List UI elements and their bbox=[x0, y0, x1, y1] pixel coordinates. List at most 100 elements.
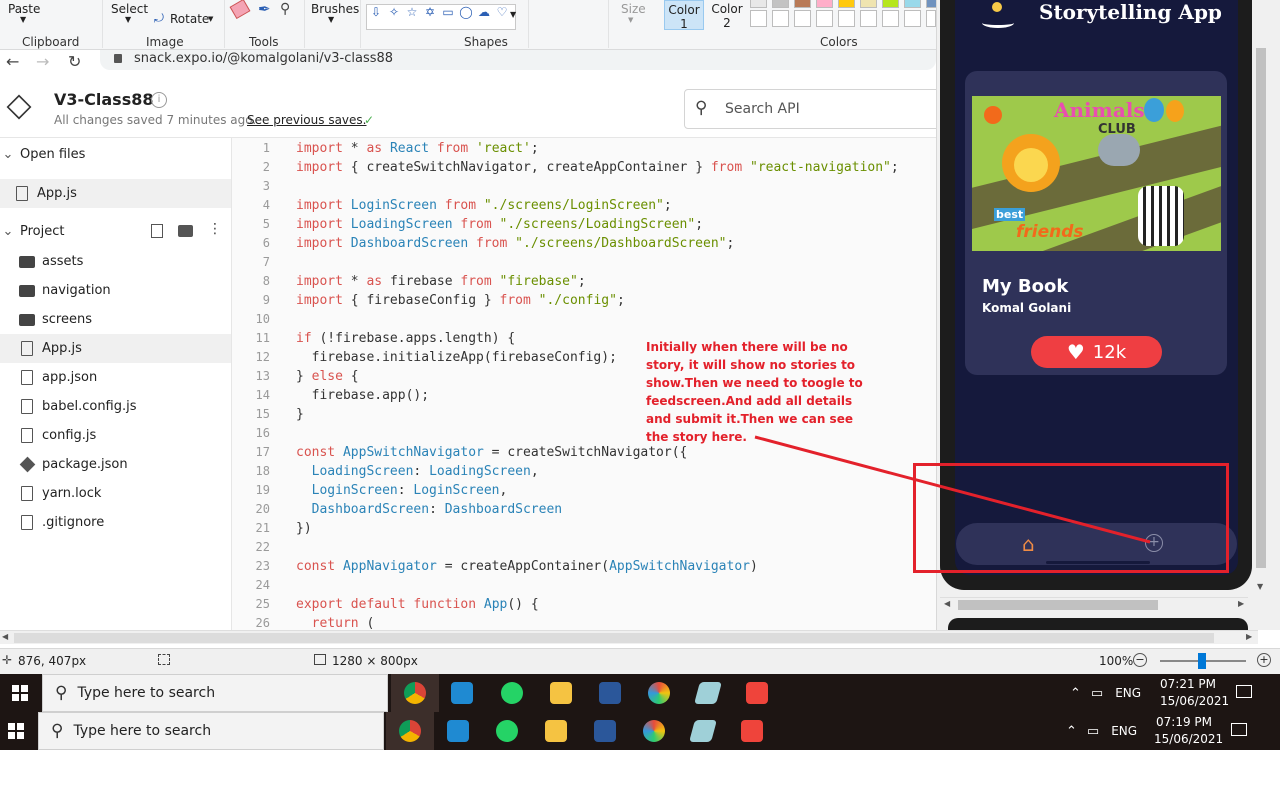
previous-saves-link[interactable]: See previous saves. bbox=[247, 113, 366, 127]
scroll-down-icon[interactable]: ▼ bbox=[1257, 582, 1263, 591]
color-swatch[interactable] bbox=[816, 10, 833, 27]
color-swatch[interactable] bbox=[882, 10, 899, 27]
like-button[interactable]: ♥ 12k bbox=[1031, 336, 1162, 368]
chevron-up-icon[interactable]: ⌃ bbox=[1070, 686, 1081, 701]
paste-button[interactable]: Paste ▼ bbox=[6, 0, 46, 30]
notes-taskbar-button[interactable] bbox=[679, 712, 727, 750]
sidebar-item-assets[interactable]: assets bbox=[0, 247, 231, 276]
whatsapp-taskbar-button[interactable] bbox=[488, 674, 536, 712]
search-api-input[interactable]: ⚲ Search API bbox=[684, 89, 944, 129]
anydesk-taskbar-button[interactable] bbox=[733, 674, 781, 712]
sidebar-item-config-js[interactable]: config.js bbox=[0, 421, 231, 450]
scroll-right-icon[interactable]: ▶ bbox=[1238, 599, 1244, 608]
color-swatch[interactable] bbox=[860, 0, 877, 8]
sidebar-item-app-json[interactable]: app.json bbox=[0, 363, 231, 392]
code-line[interactable]: const AppNavigator = createAppContainer(… bbox=[296, 559, 758, 574]
back-arrow-icon[interactable]: ← bbox=[6, 52, 19, 71]
explorer-taskbar-button[interactable] bbox=[532, 712, 580, 750]
sidebar-item-gitignore[interactable]: .gitignore bbox=[0, 508, 231, 537]
taskbar-search-box[interactable]: ⚲ Type here to search bbox=[42, 674, 388, 712]
word-taskbar-button[interactable] bbox=[586, 674, 634, 712]
chrome-taskbar-button[interactable] bbox=[391, 674, 439, 712]
color-swatch[interactable] bbox=[882, 0, 899, 8]
select-button[interactable]: Select ▼ bbox=[108, 0, 148, 30]
code-line[interactable]: export default function App() { bbox=[296, 597, 539, 612]
preview-scrollbar-horizontal[interactable]: ◀ ▶ bbox=[940, 597, 1248, 611]
shape-star6-icon[interactable]: ✡ bbox=[421, 6, 439, 18]
color-swatch[interactable] bbox=[772, 10, 789, 27]
size-button[interactable]: Size ▼ bbox=[614, 0, 650, 30]
color-swatch[interactable] bbox=[750, 10, 767, 27]
open-file-item[interactable]: App.js bbox=[0, 179, 231, 208]
shape-callout-icon[interactable]: ▭ bbox=[439, 6, 457, 18]
color-swatch[interactable] bbox=[816, 0, 833, 8]
shape-arrow-icon[interactable]: ⇩ bbox=[367, 6, 385, 18]
sidebar-item-screens[interactable]: screens bbox=[0, 305, 231, 334]
word-taskbar-button[interactable] bbox=[581, 712, 629, 750]
language-indicator[interactable]: ENG bbox=[1111, 724, 1137, 738]
shapes-scroll-down-icon[interactable]: ▼ bbox=[510, 10, 516, 19]
color2-button[interactable]: Color 2 bbox=[708, 0, 746, 30]
open-files-header[interactable]: ⌄ Open files bbox=[0, 140, 231, 169]
windows-start-icon[interactable] bbox=[8, 723, 24, 739]
code-line[interactable]: import * as firebase from "firebase"; bbox=[296, 274, 586, 289]
address-bar[interactable]: snack.expo.io/@komalgolani/v3-class88 bbox=[100, 50, 936, 70]
shapes-gallery[interactable]: ⇩ ✧ ☆ ✡ ▭ ◯ ☁ ♡ bbox=[366, 4, 516, 30]
windows-start-icon[interactable] bbox=[12, 685, 28, 701]
shape-star4-icon[interactable]: ✧ bbox=[385, 6, 403, 18]
color-swatch[interactable] bbox=[750, 0, 767, 8]
sidebar-item-package-json[interactable]: package.json bbox=[0, 450, 231, 479]
sidebar-item-navigation[interactable]: navigation bbox=[0, 276, 231, 305]
color-swatch[interactable] bbox=[904, 10, 921, 27]
scroll-left-icon[interactable]: ◀ bbox=[944, 599, 950, 608]
code-line[interactable]: import * as React from 'react'; bbox=[296, 141, 539, 156]
whatsapp-taskbar-button[interactable] bbox=[483, 712, 531, 750]
language-indicator[interactable]: ENG bbox=[1115, 686, 1141, 700]
scroll-thumb[interactable] bbox=[958, 600, 1158, 610]
color-swatch[interactable] bbox=[838, 10, 855, 27]
code-line[interactable]: firebase.initializeApp(firebaseConfig); bbox=[296, 350, 617, 365]
shape-oval-callout-icon[interactable]: ◯ bbox=[457, 6, 475, 18]
code-line[interactable]: import { createSwitchNavigator, createAp… bbox=[296, 160, 899, 175]
canvas-scrollbar-horizontal[interactable]: ◀ ▶ bbox=[0, 630, 1258, 644]
shape-star5-icon[interactable]: ☆ bbox=[403, 6, 421, 18]
color-swatch[interactable] bbox=[860, 10, 877, 27]
scroll-thumb[interactable] bbox=[1256, 48, 1266, 568]
info-icon[interactable]: i bbox=[151, 92, 167, 108]
zoom-out-icon[interactable]: − bbox=[1133, 653, 1147, 667]
notifications-icon[interactable] bbox=[1236, 685, 1252, 698]
code-line[interactable]: import DashboardScreen from "./screens/D… bbox=[296, 236, 734, 251]
shape-heart-icon[interactable]: ♡ bbox=[493, 6, 511, 18]
code-line[interactable]: const AppSwitchNavigator = createSwitchN… bbox=[296, 445, 687, 460]
magnifier-icon[interactable]: ⚲ bbox=[280, 1, 290, 17]
sidebar-item-babel-config[interactable]: babel.config.js bbox=[0, 392, 231, 421]
network-icon[interactable]: ▭ bbox=[1091, 686, 1103, 701]
new-file-icon[interactable] bbox=[151, 224, 163, 238]
rotate-button[interactable]: ⤾ Rotate ▼ bbox=[152, 10, 220, 28]
new-folder-icon[interactable] bbox=[178, 225, 193, 237]
snack-logo-icon[interactable] bbox=[6, 94, 32, 120]
code-line[interactable]: } else { bbox=[296, 369, 359, 384]
preview-scrollbar-vertical[interactable]: ▼ bbox=[1253, 0, 1269, 598]
project-header[interactable]: ⌄ Project ⋮ bbox=[0, 217, 231, 246]
sidebar-item-yarn-lock[interactable]: yarn.lock bbox=[0, 479, 231, 508]
project-title[interactable]: V3-Class88 bbox=[54, 90, 154, 109]
network-icon[interactable]: ▭ bbox=[1087, 724, 1099, 739]
code-line[interactable]: }) bbox=[296, 521, 312, 536]
color-swatch[interactable] bbox=[838, 0, 855, 8]
vscode-taskbar-button[interactable] bbox=[434, 712, 482, 750]
code-line[interactable]: import { firebaseConfig } from "./config… bbox=[296, 293, 625, 308]
code-line[interactable]: if (!firebase.apps.length) { bbox=[296, 331, 515, 346]
code-line[interactable]: import LoginScreen from "./screens/Login… bbox=[296, 198, 672, 213]
scroll-right-icon[interactable]: ▶ bbox=[1246, 632, 1252, 641]
taskbar-search-box[interactable]: ⚲ Type here to search bbox=[38, 712, 384, 750]
color-swatch[interactable] bbox=[904, 0, 921, 8]
eraser-icon[interactable] bbox=[229, 0, 251, 20]
forward-arrow-icon[interactable]: → bbox=[36, 52, 49, 71]
color-swatch[interactable] bbox=[794, 0, 811, 8]
color-swatch[interactable] bbox=[926, 10, 936, 27]
paint-taskbar-button[interactable] bbox=[630, 712, 678, 750]
clock[interactable]: 07:21 PM 15/06/2021 bbox=[1160, 676, 1229, 710]
color-swatch[interactable] bbox=[794, 10, 811, 27]
zoom-slider-thumb[interactable] bbox=[1198, 653, 1206, 669]
